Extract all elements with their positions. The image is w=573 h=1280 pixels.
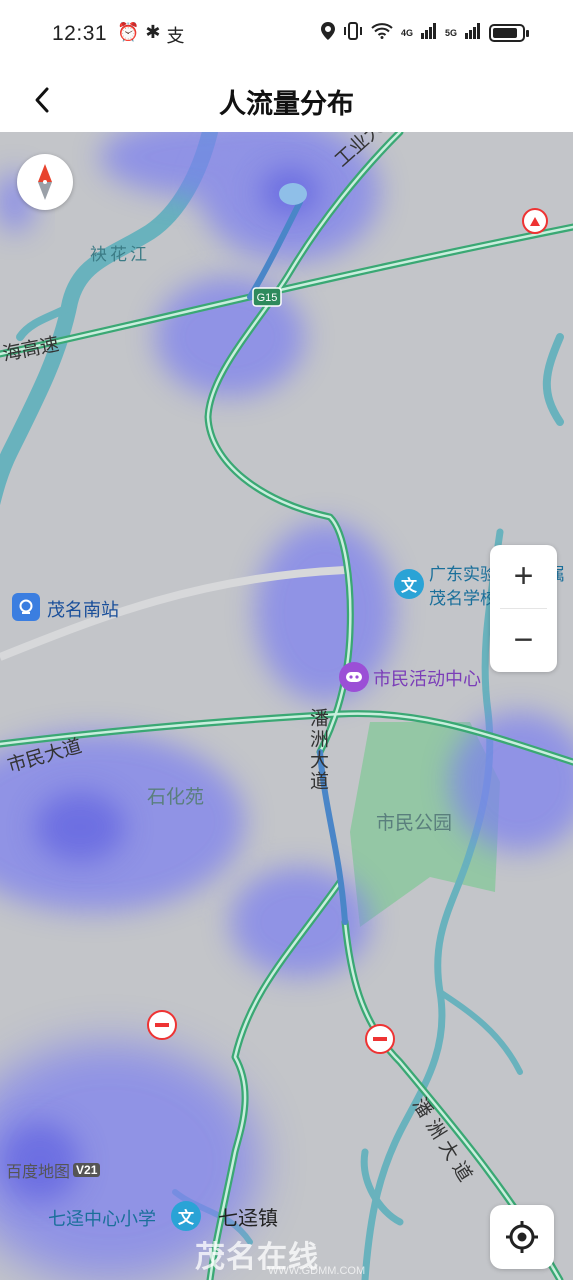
locate-button[interactable]: [490, 1205, 554, 1269]
page-title: 人流量分布: [219, 89, 354, 119]
signal-icon-1: [420, 23, 437, 43]
status-left-icons: ⏰ ✱ 支: [117, 22, 185, 48]
bluetooth-icon: ✱: [145, 22, 161, 42]
g15-shield: G15: [252, 287, 282, 307]
map-brand: 百度地图 V21: [6, 1158, 101, 1182]
poi-label-qijing-school[interactable]: 七迳中心小学: [48, 1205, 156, 1231]
signal-icon-2: [465, 23, 481, 43]
network-4g-label: 4G: [400, 27, 413, 38]
road-label-panzhou-upper: 潘洲大道: [307, 708, 328, 792]
map-canvas: G15: [0, 132, 573, 1280]
area-label-shihuayuan: 石化苑: [147, 787, 205, 808]
zoom-in-button[interactable]: +: [490, 545, 557, 608]
zoom-controls: + −: [490, 545, 557, 672]
place-label-qijing-town: 七迳镇: [218, 1208, 278, 1230]
school-icon[interactable]: 文: [394, 569, 424, 599]
pond: [279, 183, 307, 205]
area-label-shimin-park: 市民公园: [376, 813, 453, 834]
alarm-icon: ⏰: [117, 22, 140, 42]
status-right-icons: 4G 5G: [320, 22, 529, 44]
poi-label-station[interactable]: 茂名南站: [47, 596, 119, 622]
brand-name: 百度地图: [6, 1164, 71, 1181]
zoom-out-button[interactable]: −: [490, 609, 557, 672]
train-station-icon[interactable]: [12, 593, 40, 621]
wifi-icon: [371, 23, 393, 43]
water-label-river: 袂花江: [90, 245, 150, 264]
app-header: 人流量分布: [0, 70, 573, 132]
watermark-url: WWW.GDMM.COM: [268, 1265, 366, 1277]
g15-shield-text: G15: [257, 292, 278, 304]
construction-icon[interactable]: [522, 208, 548, 234]
no-entry-icon[interactable]: [147, 1010, 177, 1040]
status-time: 12:31: [52, 22, 108, 45]
school-icon-qijing[interactable]: 文: [171, 1201, 201, 1231]
battery-level: [493, 28, 517, 38]
location-icon: [320, 22, 335, 44]
vibrate-icon: [343, 22, 363, 44]
brand-version: V21: [73, 1163, 101, 1177]
no-entry-icon-2[interactable]: [365, 1024, 395, 1054]
heat-map[interactable]: G15 工业大道 海高速 市民大道 潘洲大道 潘洲大道 袂花江 石化苑 市民公园…: [0, 132, 573, 1280]
network-5g-label: 5G: [444, 27, 457, 38]
crosshair-icon: [506, 1221, 538, 1253]
battery-icon: [489, 24, 529, 42]
civic-center-icon[interactable]: [339, 662, 369, 692]
status-bar: 12:31 ⏰ ✱ 支 4G 5G: [0, 0, 573, 70]
compass-button[interactable]: [17, 154, 73, 210]
alipay-icon: 支: [166, 26, 185, 46]
poi-label-civic-center[interactable]: 市民活动中心: [373, 665, 481, 691]
compass-icon: [38, 164, 52, 200]
